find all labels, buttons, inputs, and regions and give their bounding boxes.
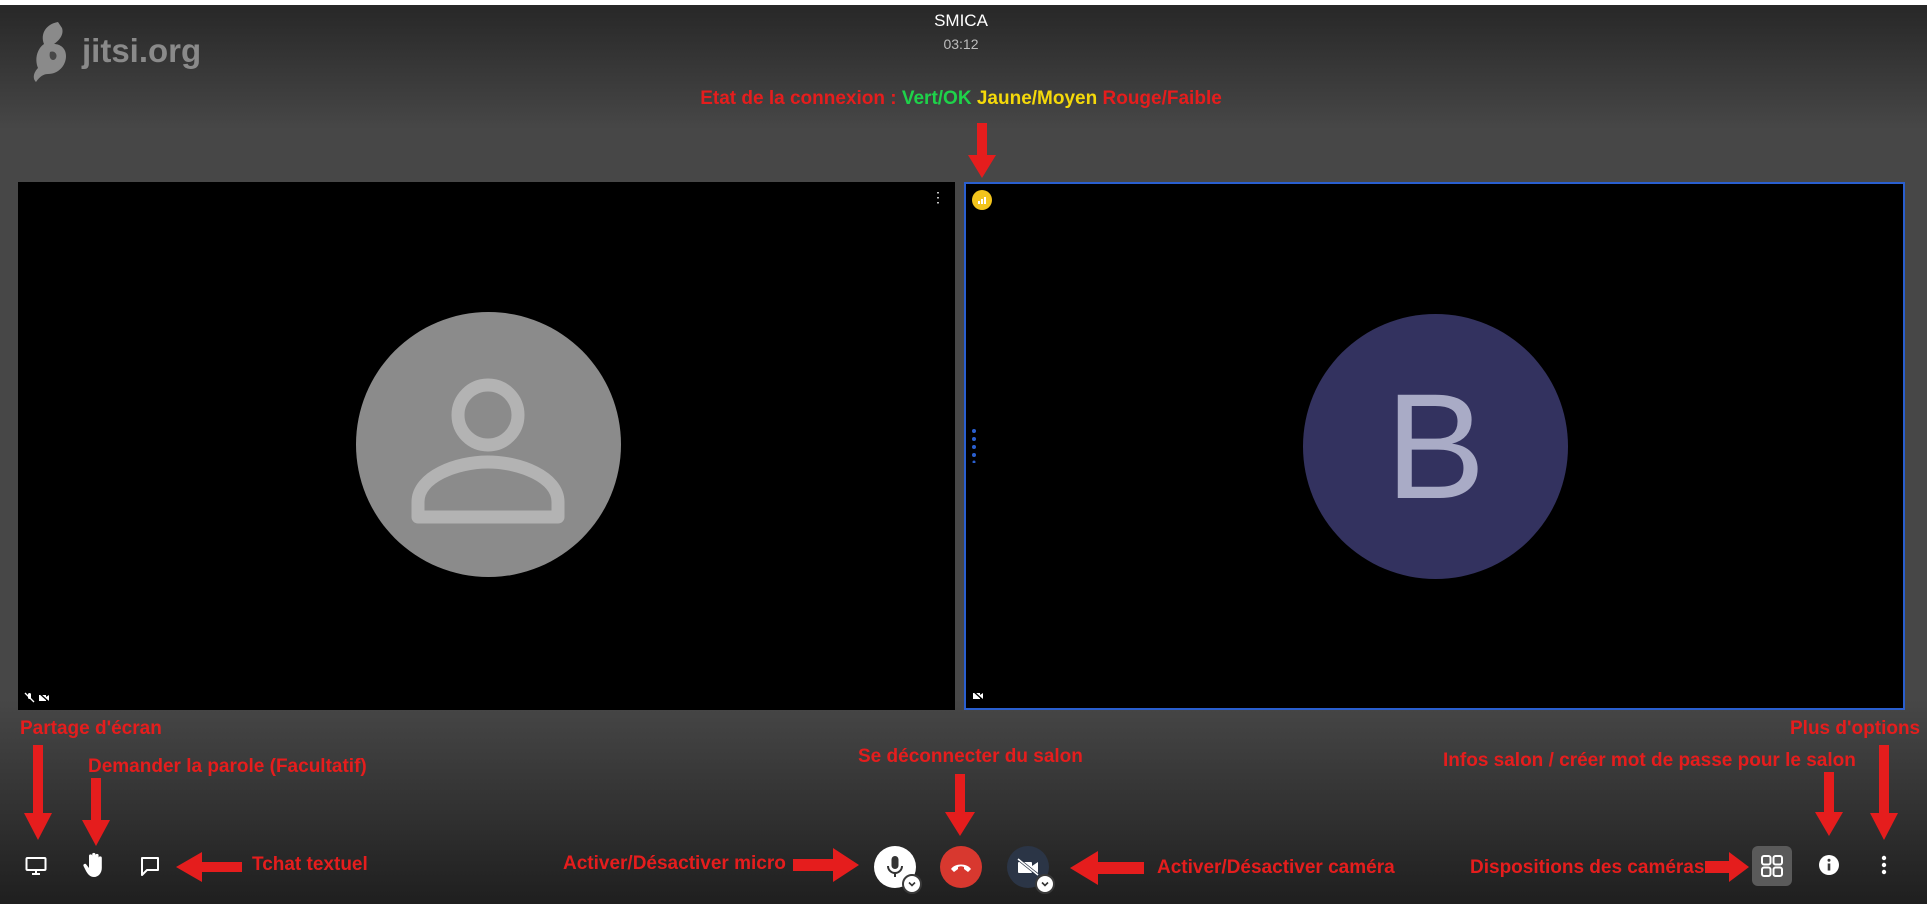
microphone-icon — [887, 856, 903, 877]
more-options-button[interactable] — [1872, 852, 1896, 878]
camera-muted-status — [972, 690, 984, 704]
arrow-right-layouts — [1705, 852, 1749, 882]
chevron-down-icon — [1041, 881, 1049, 887]
avatar-letter: B — [1385, 362, 1486, 530]
camera-off-icon — [1017, 857, 1039, 877]
screen-share-button[interactable] — [22, 853, 50, 879]
arrow-down-hangup — [945, 774, 975, 836]
arrow-right-mic — [793, 848, 859, 882]
annotation-mic: Activer/Désactiver micro — [563, 853, 786, 874]
connection-legend-medium: Jaune/Moyen — [976, 88, 1098, 109]
annotation-hangup: Se déconnecter du salon — [858, 746, 1083, 767]
person-icon — [411, 378, 565, 524]
annotation-info: Infos salon / créer mot de passe pour le… — [1443, 750, 1856, 771]
camera-button[interactable] — [1007, 846, 1055, 894]
avatar: B — [1303, 314, 1568, 579]
arrow-down-connection — [968, 123, 996, 178]
connection-legend-good: Vert/OK — [901, 88, 972, 109]
arrow-down-info — [1815, 772, 1843, 836]
tile-view-button[interactable] — [1752, 846, 1792, 886]
annotation-chat: Tchat textuel — [252, 854, 368, 875]
raise-hand-icon — [83, 852, 102, 877]
annotation-camera: Activer/Désactiver caméra — [1157, 857, 1395, 878]
connection-bars-icon — [978, 197, 986, 204]
camera-muted-icon — [972, 690, 984, 701]
chat-button[interactable] — [136, 852, 164, 880]
tile-menu-icon[interactable]: ⋮ — [931, 189, 945, 206]
more-options-icon — [1881, 855, 1887, 875]
connection-legend: Etat de la connexion : Vert/OK Jaune/Moy… — [0, 88, 1922, 110]
annotation-screen-share: Partage d'écran — [20, 718, 162, 739]
arrow-left-camera — [1070, 851, 1144, 885]
camera-options-chevron[interactable] — [1035, 874, 1055, 894]
raise-hand-button[interactable] — [79, 850, 109, 880]
hangup-icon — [951, 864, 971, 872]
camera-muted-icon — [38, 692, 50, 703]
arrow-down-more — [1870, 745, 1898, 840]
avatar — [356, 312, 621, 577]
screen-share-icon — [25, 857, 47, 875]
mic-options-chevron[interactable] — [902, 874, 922, 894]
annotation-raise-hand: Demander la parole (Facultatif) — [88, 756, 367, 777]
info-button[interactable] — [1816, 852, 1842, 878]
hangup-button[interactable] — [940, 846, 982, 888]
connection-indicator[interactable] — [972, 190, 992, 210]
arrow-down-raise-hand — [82, 778, 110, 846]
video-tile-local[interactable]: ⋮ — [18, 182, 955, 710]
room-name: SMICA — [934, 11, 988, 30]
chevron-down-icon — [908, 881, 916, 887]
annotation-more: Plus d'options — [1790, 718, 1921, 739]
info-icon — [1819, 855, 1839, 875]
arrow-left-chat — [176, 852, 242, 882]
meeting-timer: 03:12 — [943, 36, 979, 52]
muted-status-icons — [24, 692, 50, 706]
chat-icon — [141, 857, 159, 876]
annotation-layouts: Dispositions des caméras — [1470, 857, 1705, 878]
tile-view-icon — [1761, 855, 1783, 877]
mic-muted-icon — [24, 692, 35, 703]
arrow-down-screen-share — [24, 745, 52, 840]
video-tile-participant-b[interactable]: B — [964, 182, 1905, 710]
connection-legend-label: Etat de la connexion : — [700, 88, 902, 109]
microphone-button[interactable] — [874, 846, 922, 894]
connection-legend-poor: Rouge/Faible — [1102, 88, 1222, 109]
drag-handle-icon[interactable] — [972, 429, 976, 463]
top-edge — [0, 0, 1930, 5]
